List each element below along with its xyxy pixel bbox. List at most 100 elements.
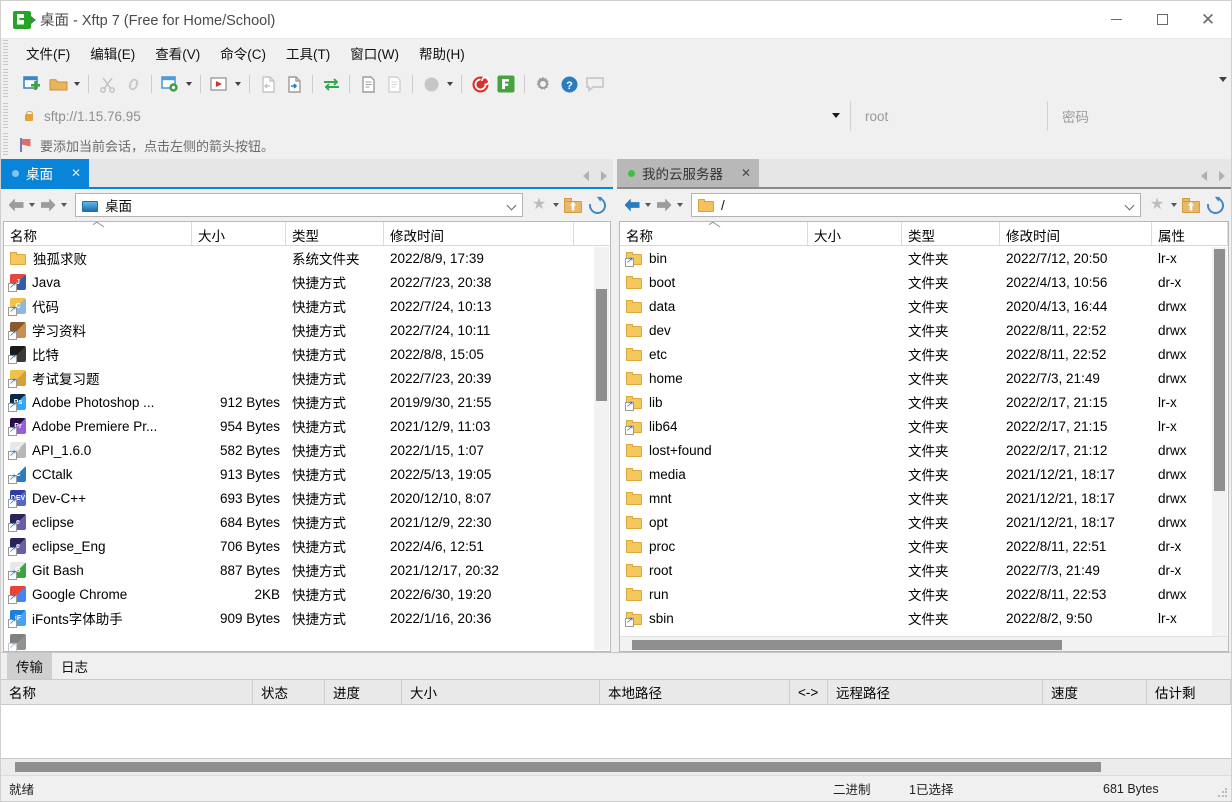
resize-grip-icon[interactable] xyxy=(1217,787,1228,798)
menu-file[interactable]: 文件(F) xyxy=(16,39,80,67)
table-row[interactable]: J Java 快捷方式 2022/7/23, 20:38 xyxy=(4,270,610,294)
scrollbar-thumb[interactable] xyxy=(15,762,1101,772)
remote-up-button[interactable] xyxy=(1179,193,1203,217)
local-back-button[interactable] xyxy=(5,193,27,217)
local-up-button[interactable] xyxy=(561,193,585,217)
menu-edit[interactable]: 编辑(E) xyxy=(80,39,145,67)
menu-tools[interactable]: 工具(T) xyxy=(276,39,340,67)
chevron-right-icon[interactable] xyxy=(1219,171,1225,181)
table-row[interactable]: proc 文件夹 2022/8/11, 22:51 dr-x xyxy=(620,534,1228,558)
remote-path-input[interactable]: / xyxy=(691,193,1141,217)
column-header-name[interactable]: 名称 xyxy=(620,222,808,245)
tab-remote-server[interactable]: 我的云服务器 ✕ xyxy=(617,159,760,187)
table-row[interactable]: run 文件夹 2022/8/11, 22:53 drwx xyxy=(620,582,1228,606)
scrollbar-thumb[interactable] xyxy=(596,289,607,401)
tab-local-desktop[interactable]: 桌面 ✕ xyxy=(1,159,90,187)
column-header-attr[interactable]: 属性 xyxy=(1152,222,1228,245)
tab-transfer[interactable]: 传输 xyxy=(7,653,52,679)
table-row[interactable]: mnt 文件夹 2021/12/21, 18:17 drwx xyxy=(620,486,1228,510)
xfer-column-eta[interactable]: 估计剩 xyxy=(1147,679,1231,705)
table-row[interactable]: C CCtalk 913 Bytes 快捷方式 2022/5/13, 19:05 xyxy=(4,462,610,486)
local-file-list[interactable]: 名称 大小 类型 修改时间 独孤求败 系统文件夹 2022/8/9, 17:39 JJ… xyxy=(3,221,611,652)
password-input[interactable]: 密码 xyxy=(1048,101,1231,131)
local-vertical-scrollbar[interactable] xyxy=(594,247,609,650)
table-row[interactable]: lost+found 文件夹 2022/2/17, 21:12 drwx xyxy=(620,438,1228,462)
table-row[interactable]: 独孤求败 系统文件夹 2022/8/9, 17:39 xyxy=(4,246,610,270)
remote-back-button[interactable] xyxy=(621,193,643,217)
menu-window[interactable]: 窗口(W) xyxy=(340,39,409,67)
minimize-button[interactable] xyxy=(1093,1,1139,39)
chevron-right-icon[interactable] xyxy=(601,171,607,181)
copy-icon[interactable] xyxy=(355,71,381,97)
remote-vertical-scrollbar[interactable] xyxy=(1212,247,1227,650)
close-button[interactable]: ✕ xyxy=(1185,1,1231,39)
host-url-field[interactable]: sftp://1.15.76.95 xyxy=(15,101,851,131)
table-row[interactable]: Google Chrome 2KB 快捷方式 2022/6/30, 19:20 xyxy=(4,582,610,606)
chevron-left-icon[interactable] xyxy=(583,171,589,181)
open-folder-icon[interactable] xyxy=(45,71,71,97)
xfer-column-local-path[interactable]: 本地路径 xyxy=(600,679,790,705)
remote-bookmark-button[interactable]: ★ xyxy=(1145,193,1169,217)
remote-path-dropdown-icon[interactable] xyxy=(1124,200,1135,211)
table-row[interactable]: lib文件夹2022/2/17, 21:15lr-x xyxy=(620,390,1228,414)
xfer-column-speed[interactable]: 速度 xyxy=(1043,679,1147,705)
feedback-icon[interactable] xyxy=(582,71,608,97)
local-refresh-button[interactable] xyxy=(585,193,609,217)
xfer-column-name[interactable]: 名称 xyxy=(1,679,253,705)
menu-command[interactable]: 命令(C) xyxy=(210,39,276,67)
mode-icon[interactable] xyxy=(418,71,444,97)
maximize-button[interactable] xyxy=(1139,1,1185,39)
toolbar-overflow-icon[interactable] xyxy=(1219,77,1227,82)
table-row[interactable]: e eclipse 684 Bytes 快捷方式 2021/12/9, 22:30 xyxy=(4,510,610,534)
options-icon[interactable] xyxy=(530,71,556,97)
table-row[interactable]: C 代码 快捷方式 2022/7/24, 10:13 xyxy=(4,294,610,318)
table-row[interactable]: bin文件夹2022/7/12, 20:50lr-x xyxy=(620,246,1228,270)
menu-help[interactable]: 帮助(H) xyxy=(409,39,475,67)
table-row[interactable]: 比特 快捷方式 2022/8/8, 15:05 xyxy=(4,342,610,366)
tab-close-icon[interactable]: ✕ xyxy=(71,166,81,180)
table-row[interactable]: Ps Adobe Photoshop ... 912 Bytes 快捷方式 2019/9… xyxy=(4,390,610,414)
table-row[interactable]: etc 文件夹 2022/8/11, 22:52 drwx xyxy=(620,342,1228,366)
xfer-column-status[interactable]: 状态 xyxy=(253,679,325,705)
remote-horizontal-scrollbar[interactable] xyxy=(620,636,1228,651)
tab-close-icon[interactable]: ✕ xyxy=(741,166,751,180)
local-path-dropdown-icon[interactable] xyxy=(506,200,517,211)
transfer-in-icon[interactable] xyxy=(281,71,307,97)
new-session-icon[interactable] xyxy=(19,71,45,97)
chevron-left-icon[interactable] xyxy=(1201,171,1207,181)
column-header-size[interactable]: 大小 xyxy=(808,222,902,245)
table-row[interactable]: home 文件夹 2022/7/3, 21:49 drwx xyxy=(620,366,1228,390)
column-header-time[interactable]: 修改时间 xyxy=(1000,222,1152,245)
remote-forward-button[interactable] xyxy=(653,193,675,217)
column-header-name[interactable]: 名称 xyxy=(4,222,192,245)
remote-refresh-button[interactable] xyxy=(1203,193,1227,217)
table-row[interactable]: sbin文件夹2022/8/2, 9:50lr-x xyxy=(620,606,1228,630)
table-row[interactable]: 学习资料 快捷方式 2022/7/24, 10:11 xyxy=(4,318,610,342)
column-header-time[interactable]: 修改时间 xyxy=(384,222,574,245)
remote-file-list[interactable]: 名称 大小 类型 修改时间 属性 bin 文件夹 2022/7/12, 20:50 l… xyxy=(619,221,1229,652)
xfer-column-size[interactable]: 大小 xyxy=(402,679,600,705)
host-url-dropdown-icon[interactable] xyxy=(832,113,840,118)
transfer-horizontal-scrollbar[interactable] xyxy=(1,759,1231,775)
table-row[interactable]: boot 文件夹 2022/4/13, 10:56 dr-x xyxy=(620,270,1228,294)
xfer-column-progress[interactable]: 进度 xyxy=(325,679,402,705)
column-header-type[interactable]: 类型 xyxy=(286,222,384,245)
table-row[interactable]: opt 文件夹 2021/12/21, 18:17 drwx xyxy=(620,510,1228,534)
menu-view[interactable]: 查看(V) xyxy=(145,39,210,67)
help-icon[interactable]: ? xyxy=(556,71,582,97)
sync-transfer-icon[interactable] xyxy=(318,71,344,97)
table-row[interactable]: media 文件夹 2021/12/21, 18:17 drwx xyxy=(620,462,1228,486)
remote-back-caret-icon[interactable] xyxy=(643,193,653,217)
local-back-caret-icon[interactable] xyxy=(27,193,37,217)
table-row[interactable]: 考试复习题 快捷方式 2022/7/23, 20:39 xyxy=(4,366,610,390)
column-header-type[interactable]: 类型 xyxy=(902,222,1000,245)
local-forward-button[interactable] xyxy=(37,193,59,217)
session-settings-icon[interactable] xyxy=(157,71,183,97)
table-row[interactable]: root 文件夹 2022/7/3, 21:49 dr-x xyxy=(620,558,1228,582)
local-path-input[interactable]: 桌面 xyxy=(75,193,523,217)
column-header-size[interactable]: 大小 xyxy=(192,222,286,245)
mode-caret-icon[interactable] xyxy=(444,71,456,97)
open-folder-caret-icon[interactable] xyxy=(71,71,83,97)
tab-log[interactable]: 日志 xyxy=(52,653,97,679)
xfer-column-remote-path[interactable]: 远程路径 xyxy=(828,679,1043,705)
